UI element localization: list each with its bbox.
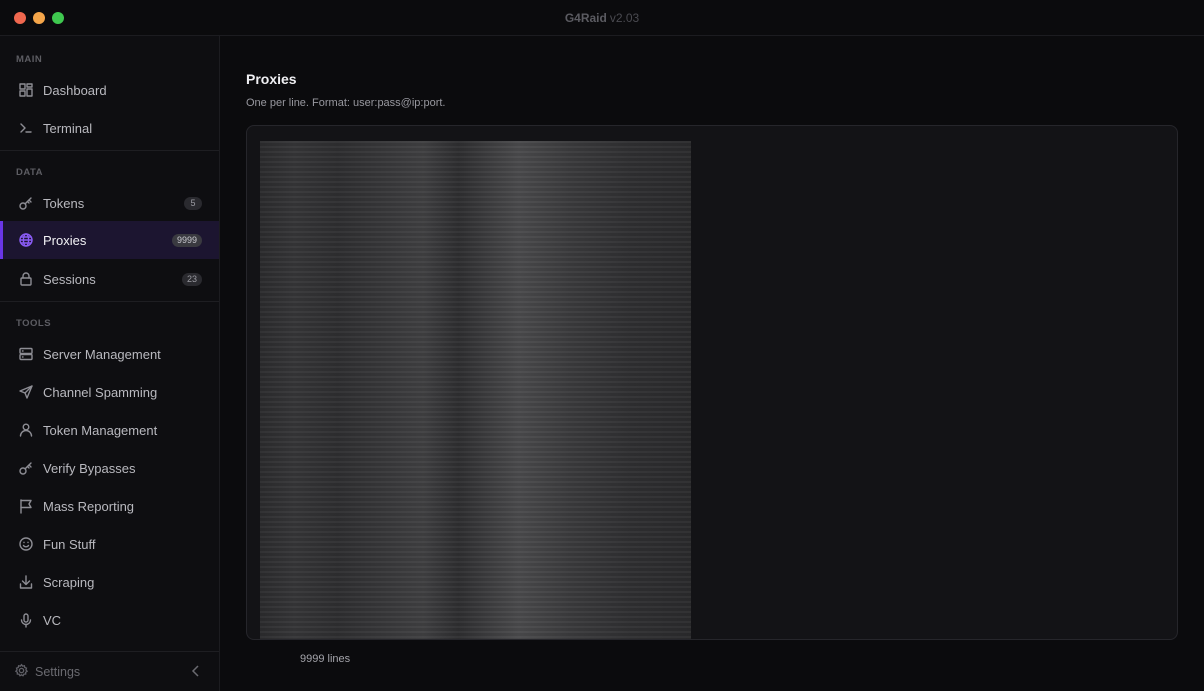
send-icon: [18, 384, 34, 400]
sidebar-item-token-management[interactable]: Token Management: [0, 411, 219, 449]
sidebar-item-label: Dashboard: [43, 82, 107, 98]
window-title: G4Raid v2.03: [0, 11, 1204, 25]
section-label-main: MAIN: [16, 54, 43, 65]
proxies-text-content[interactable]: [260, 141, 691, 639]
lock-icon: [18, 271, 34, 287]
page-title: Proxies: [246, 71, 297, 87]
terminal-icon: [18, 120, 34, 136]
count-badge: 9999: [171, 234, 202, 247]
sidebar: MAIN Dashboard Terminal DATA Tokens 5 Pr…: [0, 36, 220, 691]
sidebar-item-label: Scraping: [43, 574, 95, 590]
section-label-tools: TOOLS: [16, 318, 52, 329]
sidebar-item-proxies[interactable]: Proxies 9999: [0, 221, 219, 259]
sidebar-item-sessions[interactable]: Sessions 23: [0, 260, 219, 298]
settings-button[interactable]: Settings: [0, 651, 219, 691]
key-icon: [18, 460, 34, 476]
collapse-sidebar-button[interactable]: [189, 664, 203, 681]
smile-icon: [18, 536, 34, 552]
sidebar-item-label: Channel Spamming: [43, 384, 158, 400]
proxies-textarea[interactable]: [246, 125, 1178, 640]
app-version: v2.03: [609, 11, 640, 25]
sidebar-item-label: Tokens: [43, 195, 85, 211]
server-icon: [18, 346, 34, 362]
sidebar-divider: [0, 301, 219, 302]
sidebar-divider: [0, 150, 219, 151]
sidebar-item-label: VC: [43, 612, 62, 628]
gear-icon: [14, 663, 35, 681]
app-name: G4Raid: [564, 11, 607, 25]
sidebar-item-server-management[interactable]: Server Management: [0, 335, 219, 373]
settings-label: Settings: [35, 664, 81, 679]
sidebar-item-tokens[interactable]: Tokens 5: [0, 184, 219, 222]
sidebar-item-label: Token Management: [43, 422, 158, 438]
sidebar-item-label: Sessions: [43, 271, 96, 287]
section-label-data: DATA: [16, 167, 43, 178]
flag-icon: [18, 498, 34, 514]
download-icon: [18, 574, 34, 590]
sidebar-item-fun-stuff[interactable]: Fun Stuff: [0, 525, 219, 563]
chevron-left-icon: [191, 665, 199, 677]
sidebar-item-label: Proxies: [43, 232, 87, 248]
count-badge: 5: [184, 197, 202, 210]
title-bar: G4Raid v2.03: [0, 0, 1204, 36]
sidebar-item-terminal[interactable]: Terminal: [0, 109, 219, 147]
sidebar-item-mass-reporting[interactable]: Mass Reporting: [0, 487, 219, 525]
sidebar-item-scraping[interactable]: Scraping: [0, 563, 219, 601]
sidebar-item-channel-spamming[interactable]: Channel Spamming: [0, 373, 219, 411]
line-count: 9999 lines: [300, 653, 351, 665]
dashboard-icon: [18, 82, 34, 98]
globe-icon: [18, 232, 34, 248]
sidebar-item-vc[interactable]: VC: [0, 601, 219, 639]
sidebar-item-label: Verify Bypasses: [43, 460, 136, 476]
page-subtitle: One per line. Format: user:pass@ip:port.: [246, 97, 446, 109]
sidebar-item-label: Mass Reporting: [43, 498, 135, 514]
sidebar-item-label: Server Management: [43, 346, 161, 362]
count-badge: 23: [181, 273, 202, 286]
sidebar-item-verify-bypasses[interactable]: Verify Bypasses: [0, 449, 219, 487]
sidebar-item-label: Fun Stuff: [43, 536, 96, 552]
sidebar-item-dashboard[interactable]: Dashboard: [0, 71, 219, 109]
microphone-icon: [18, 612, 34, 628]
key-icon: [18, 195, 34, 211]
sidebar-item-label: Terminal: [43, 120, 93, 136]
user-icon: [18, 422, 34, 438]
